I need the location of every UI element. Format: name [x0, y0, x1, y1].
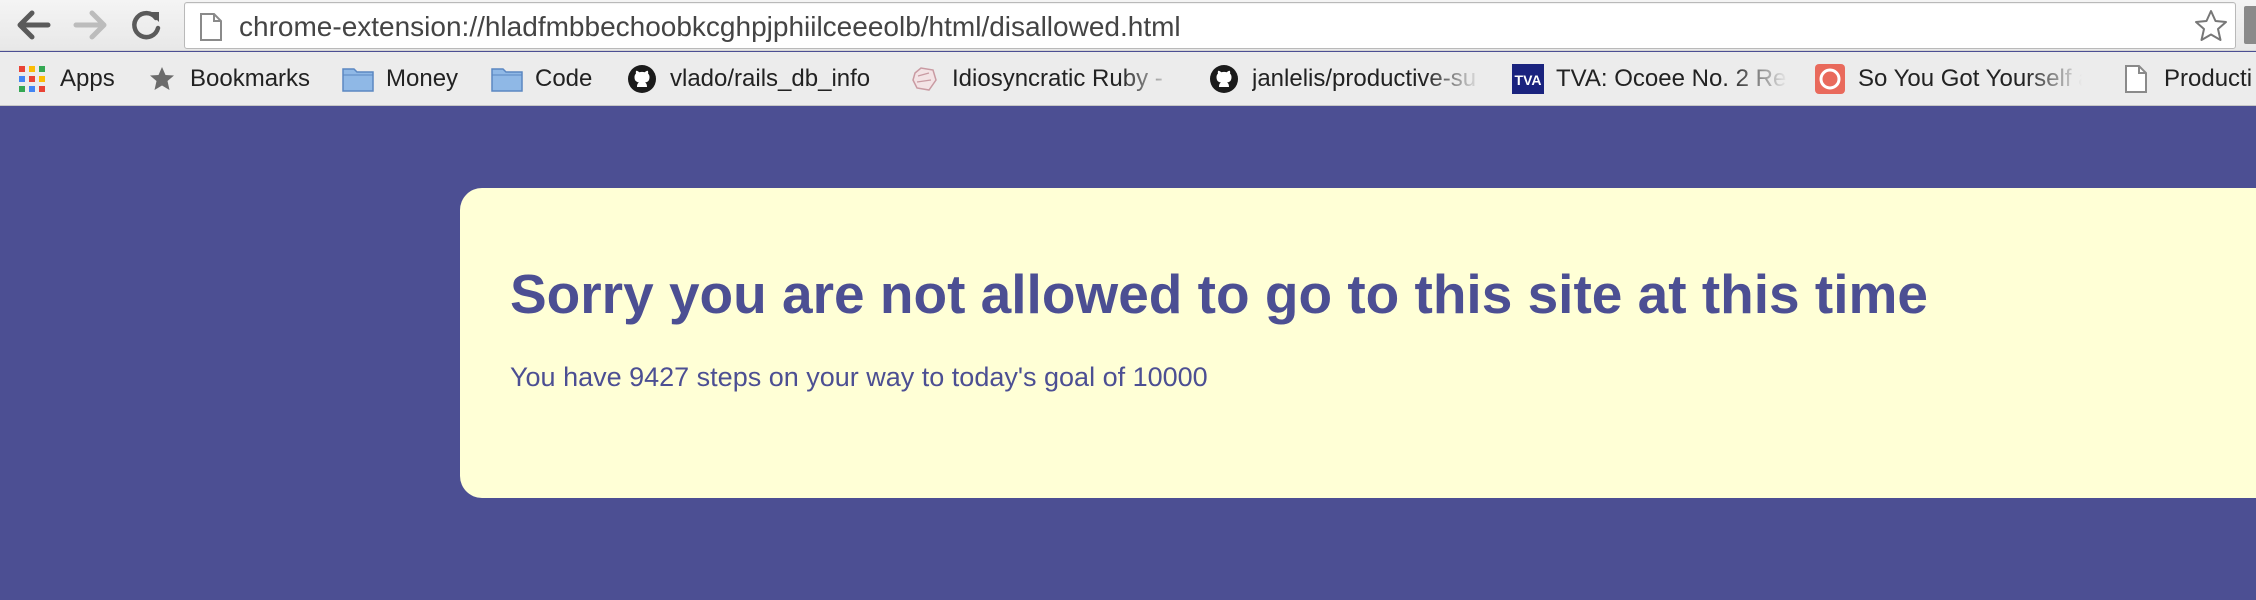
bookmarks-bar: Apps Bookmarks Money Code vlado/rails_db…: [0, 52, 2256, 106]
bookmark-bookmarks[interactable]: Bookmarks: [146, 52, 311, 105]
url-text[interactable]: chrome-extension://hladfmbbechoobkcghpjp…: [239, 3, 1181, 48]
bookmark-label: Producti: [2164, 65, 2253, 92]
bookmark-label: vlado/rails_db_info: [670, 65, 871, 92]
back-button[interactable]: [14, 5, 54, 45]
bookmark-label: Idiosyncratic Ruby -: [952, 65, 1163, 92]
bookmark-label: janlelis/productive-su: [1252, 65, 1477, 92]
ruby-icon: [908, 63, 940, 95]
reload-button[interactable]: [126, 5, 166, 45]
page-icon: [200, 13, 222, 41]
bookmark-folder-code[interactable]: Code: [491, 52, 593, 105]
forward-arrow-icon: [73, 10, 107, 40]
bookmark-productive-sublime[interactable]: janlelis/productive-su: [1208, 52, 1482, 105]
tva-icon: TVA: [1512, 63, 1544, 95]
bookmark-label: Bookmarks: [190, 65, 311, 92]
bookmark-productivity[interactable]: Producti: [2120, 52, 2253, 105]
bookmark-label: TVA: Ocoee No. 2 Re: [1556, 65, 1787, 92]
github-icon: [626, 63, 658, 95]
page-icon: [2120, 63, 2152, 95]
browser-toolbar: chrome-extension://hladfmbbechoobkcghpjp…: [0, 0, 2256, 51]
bookmark-label: Money: [386, 65, 459, 92]
bookmark-rails-db-info[interactable]: vlado/rails_db_info: [626, 52, 871, 105]
reload-icon: [132, 10, 161, 40]
bookmark-tva-ocoee[interactable]: TVA TVA: Ocoee No. 2 Re: [1512, 52, 1788, 105]
star-icon: [146, 63, 178, 95]
page-content: Sorry you are not allowed to go to this …: [0, 107, 2256, 600]
message-card: Sorry you are not allowed to go to this …: [460, 188, 2256, 498]
bookmark-label: Code: [535, 65, 593, 92]
bookmark-apps[interactable]: Apps: [16, 52, 115, 105]
bookmark-label: So You Got Yourself a: [1858, 65, 2082, 92]
folder-icon: [342, 63, 374, 95]
page-title: Sorry you are not allowed to go to this …: [510, 263, 1928, 325]
bookmark-folder-money[interactable]: Money: [342, 52, 459, 105]
extension-button-edge[interactable]: [2244, 6, 2256, 44]
folder-icon: [491, 63, 523, 95]
back-arrow-icon: [17, 10, 51, 40]
svg-text:TVA: TVA: [1515, 72, 1542, 88]
bookmark-idiosyncratic-ruby[interactable]: Idiosyncratic Ruby -: [908, 52, 1176, 105]
apps-grid-icon: [16, 63, 48, 95]
bookmark-star-icon[interactable]: [2193, 8, 2229, 44]
github-icon: [1208, 63, 1240, 95]
bookmark-so-you-got-yourself[interactable]: So You Got Yourself a: [1814, 52, 2082, 105]
ring-icon: [1814, 63, 1846, 95]
bookmark-label: Apps: [60, 65, 115, 92]
forward-button[interactable]: [70, 5, 110, 45]
address-bar[interactable]: chrome-extension://hladfmbbechoobkcghpjp…: [184, 2, 2236, 49]
steps-message: You have 9427 steps on your way to today…: [510, 362, 1208, 392]
